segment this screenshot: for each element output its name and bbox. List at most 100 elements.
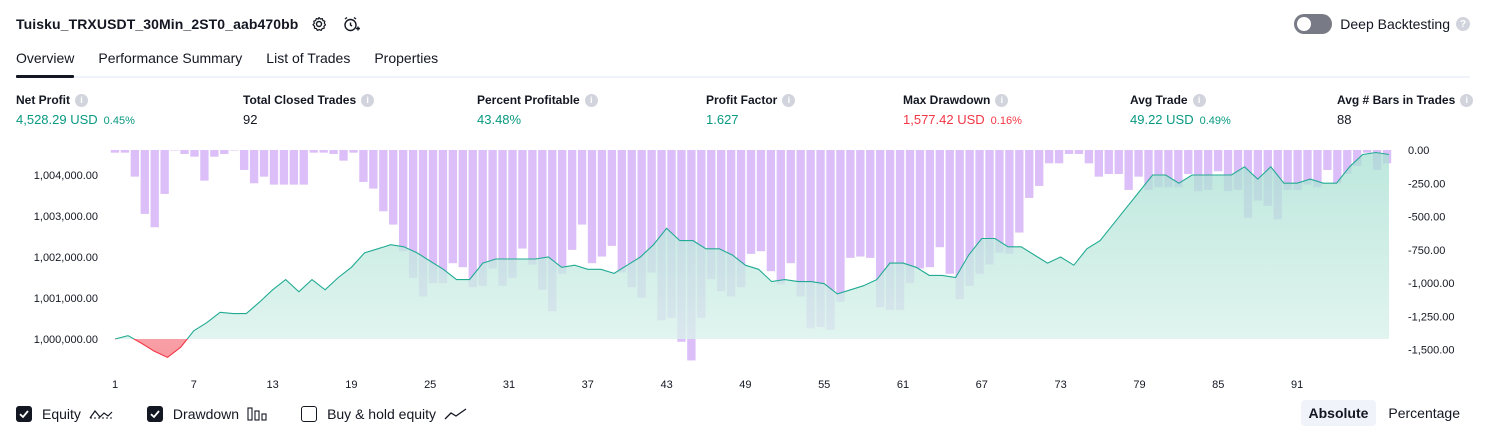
drawdown-bar xyxy=(607,150,617,246)
drawdown-bar xyxy=(458,150,467,268)
info-icon[interactable]: i xyxy=(1460,93,1474,107)
drawdown-bar xyxy=(210,150,219,157)
alarm-clock-plus-icon[interactable] xyxy=(340,13,362,35)
metric-value: 1,577.42 USD xyxy=(903,112,985,127)
drawdown-bar xyxy=(220,150,229,154)
drawdown-bar xyxy=(289,150,299,185)
help-icon[interactable]: ? xyxy=(1456,17,1470,31)
metric-label: Percent Profitable xyxy=(477,93,580,107)
metric-value: 88 xyxy=(1337,112,1352,127)
drawdown-bar xyxy=(1323,150,1332,170)
drawdown-axis-label: -250.00 xyxy=(1408,178,1445,190)
drawdown-bar xyxy=(756,150,766,252)
drawdown-bar xyxy=(915,150,925,269)
drawdown-bar xyxy=(766,150,776,272)
metrics-row: Net Profit i 4,528.29 USD 0.45% Total Clos… xyxy=(0,93,1486,133)
drawdown-bar xyxy=(597,150,607,257)
metric-value: 4,528.29 USD xyxy=(16,112,98,127)
metric-avg-bars: Avg # Bars in Trades i 88 xyxy=(1337,93,1474,127)
checkbox-checked-icon[interactable] xyxy=(16,406,32,422)
legend-label: Buy & hold equity xyxy=(327,406,437,422)
drawdown-bar xyxy=(160,150,169,194)
drawdown-bar xyxy=(846,150,855,258)
metric-avg-trade: Avg Trade i 49.22 USD 0.49% xyxy=(1130,93,1231,127)
tab-overview[interactable]: Overview xyxy=(16,48,75,78)
metric-percent: 0.49% xyxy=(1199,115,1231,127)
trade-number-label: 37 xyxy=(582,379,594,391)
equity-axis-label: 1,004,000.00 xyxy=(34,170,98,182)
deep-backtesting-toggle[interactable] xyxy=(1294,14,1333,34)
drawdown-bar xyxy=(786,150,795,264)
legend-equity[interactable]: Equity xyxy=(16,406,113,422)
equity-axis-label: 1,000,000.00 xyxy=(34,334,98,346)
metric-total-closed-trades: Total Closed Trades i 92 xyxy=(243,93,375,127)
legend-buy-hold[interactable]: Buy & hold equity xyxy=(301,406,468,422)
drawdown-bar xyxy=(1362,150,1372,153)
tab-list-of-trades[interactable]: List of Trades xyxy=(266,48,350,74)
drawdown-bar xyxy=(448,150,458,264)
metric-profit-factor: Profit Factor i 1.627 xyxy=(706,93,796,127)
info-icon[interactable]: i xyxy=(1192,93,1206,107)
drawdown-bar xyxy=(528,150,537,265)
tab-properties[interactable]: Properties xyxy=(374,48,438,74)
metric-max-drawdown: Max Drawdown i 1,577.42 USD 0.16% xyxy=(903,93,1022,127)
drawdown-bar xyxy=(1054,150,1064,164)
info-icon[interactable]: i xyxy=(361,93,375,107)
drawdown-bar xyxy=(230,150,239,151)
drawdown-bar xyxy=(369,150,378,189)
drawdown-bar xyxy=(945,150,954,274)
drawdown-bar xyxy=(836,150,845,302)
drawdown-axis-label: -1,500.00 xyxy=(1408,345,1454,357)
gear-icon[interactable] xyxy=(308,13,330,35)
info-icon[interactable]: i xyxy=(995,93,1009,107)
drawdown-bar xyxy=(329,150,338,154)
drawdown-bar xyxy=(1005,150,1014,254)
equity-drawdown-chart[interactable]: 1,000,000.00 1,001,000.00 1,002,000.00 1,00… xyxy=(0,140,1486,398)
metric-label: Avg # Bars in Trades xyxy=(1337,93,1456,107)
drawdown-bar xyxy=(170,150,179,151)
metric-percent: 0.45% xyxy=(103,115,135,127)
drawdown-bar xyxy=(389,150,398,225)
drawdown-bar xyxy=(309,150,318,153)
drawdown-bar xyxy=(319,150,328,153)
drawdown-bar xyxy=(905,150,915,284)
legend-label: Drawdown xyxy=(172,406,240,422)
info-icon[interactable]: i xyxy=(75,93,88,107)
drawdown-bar xyxy=(488,150,497,269)
drawdown-bar xyxy=(180,150,189,154)
trade-number-label: 67 xyxy=(976,379,988,391)
drawdown-bar xyxy=(935,150,944,248)
equity-axis-label: 1,003,000.00 xyxy=(34,211,98,223)
drawdown-bar xyxy=(110,150,120,153)
metric-label: Max Drawdown xyxy=(903,93,991,107)
drawdown-bar xyxy=(279,150,289,185)
drawdown-bar xyxy=(140,150,149,214)
info-icon[interactable]: i xyxy=(584,93,598,107)
metric-value: 49.22 USD xyxy=(1130,112,1194,127)
metric-label: Total Closed Trades xyxy=(243,93,357,107)
mode-absolute-button[interactable]: Absolute xyxy=(1300,400,1377,426)
chart-legend: Equity Drawdown Buy & hold equity xyxy=(16,403,502,425)
drawdown-bar xyxy=(1213,150,1223,172)
tab-performance-summary[interactable]: Performance Summary xyxy=(98,48,242,74)
drawdown-bar xyxy=(468,150,477,288)
drawdown-bar xyxy=(776,150,785,285)
drawdown-bar xyxy=(1044,150,1054,164)
checkbox-checked-icon[interactable] xyxy=(146,406,163,422)
drawdown-bar xyxy=(1084,150,1094,164)
metric-value: 1.627 xyxy=(706,112,739,127)
drawdown-bar xyxy=(1064,150,1074,154)
drawdown-bar xyxy=(379,150,388,212)
checkbox-unchecked-icon[interactable] xyxy=(301,406,318,422)
trade-number-label: 43 xyxy=(660,379,672,391)
drawdown-bar xyxy=(577,150,587,225)
mode-percentage-button[interactable]: Percentage xyxy=(1380,400,1468,426)
drawdown-bar xyxy=(259,150,269,177)
buy-hold-line-icon xyxy=(444,407,468,421)
drawdown-bar xyxy=(299,150,308,185)
drawdown-bar xyxy=(438,150,448,284)
drawdown-bar xyxy=(1114,150,1123,174)
info-icon[interactable]: i xyxy=(782,93,796,107)
drawdown-bar xyxy=(349,150,358,153)
legend-drawdown[interactable]: Drawdown xyxy=(146,406,267,422)
